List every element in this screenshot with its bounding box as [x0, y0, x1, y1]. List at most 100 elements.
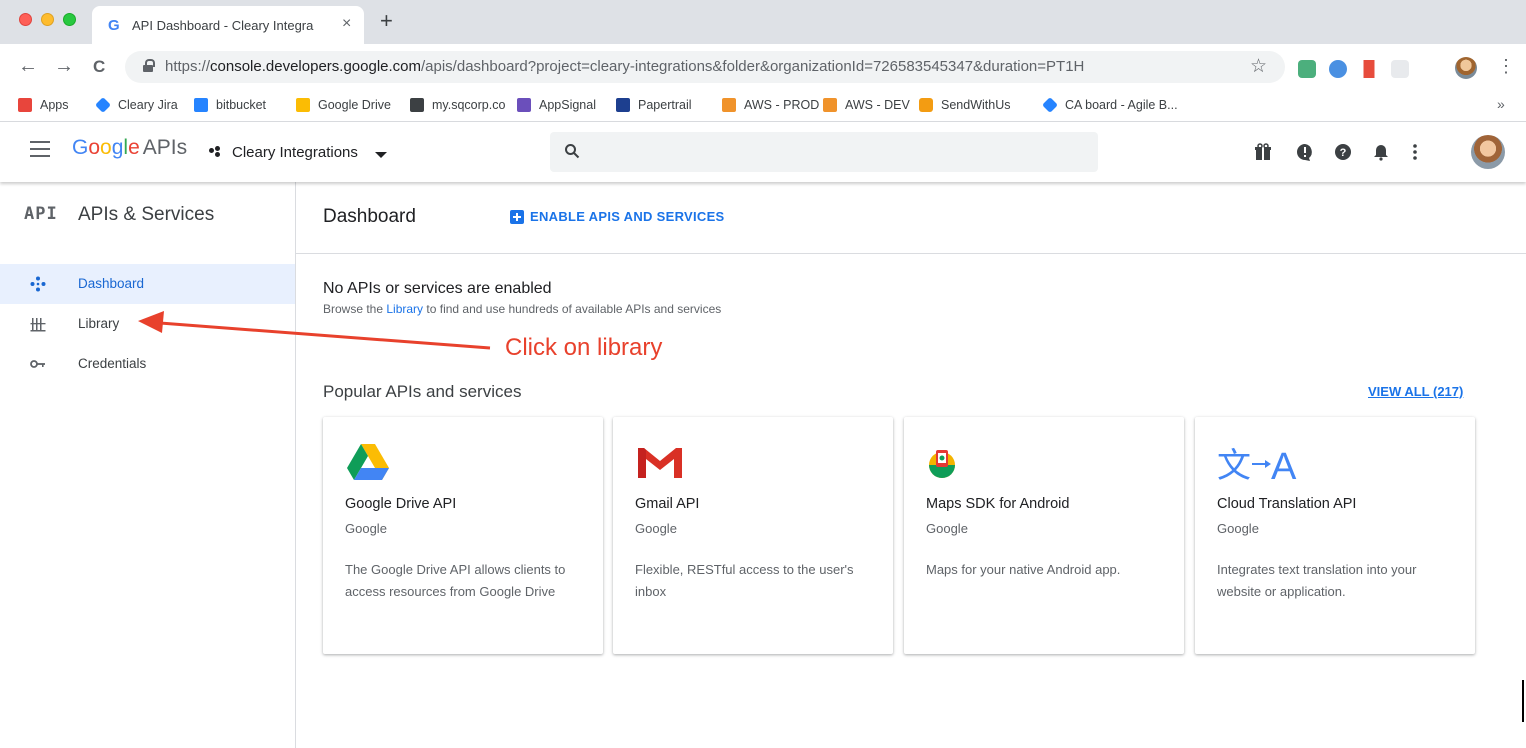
forward-button[interactable]: →: [54, 56, 74, 76]
sidebar-item-label: Dashboard: [78, 276, 145, 291]
url-path: /apis/dashboard?project=cleary-integrati…: [421, 58, 1085, 75]
add-icon: [510, 209, 524, 224]
bookmark-label: my.sqcorp.co: [432, 98, 506, 112]
project-selector[interactable]: Cleary Integrations: [232, 144, 358, 161]
sidebar-item-dashboard[interactable]: Dashboard: [0, 264, 295, 304]
bookmark-star-icon[interactable]: ☆: [1250, 55, 1267, 78]
url-text[interactable]: https://console.developers.google.com/ap…: [165, 58, 1084, 75]
bookmark-my-sqcorp-co[interactable]: my.sqcorp.co: [410, 98, 505, 112]
window-close-button[interactable]: [19, 13, 32, 26]
sidebar-title: APIs & Services: [78, 204, 215, 225]
console-header: Google APIs Cleary Integrations ?: [0, 122, 1526, 182]
bookmark-label: Papertrail: [638, 98, 692, 112]
new-tab-button[interactable]: +: [380, 10, 393, 32]
square-icon: [410, 98, 424, 112]
sidebar-item-label: Library: [78, 316, 120, 331]
svg-text:?: ?: [1340, 147, 1347, 159]
help-icon[interactable]: ?: [1334, 143, 1352, 161]
bookmark-papertrail[interactable]: Papertrail: [616, 98, 692, 112]
empty-state-title: No APIs or services are enabled: [323, 280, 552, 297]
browser-menu-icon[interactable]: ⋮: [1497, 56, 1515, 77]
google-wordmark: Google: [72, 136, 140, 159]
svg-text:A: A: [1271, 446, 1297, 482]
feedback-icon[interactable]: [1296, 143, 1314, 161]
bookmark-label: Cleary Jira: [118, 98, 178, 112]
bookmark-label: bitbucket: [216, 98, 267, 112]
card-vendor: Google: [1217, 521, 1259, 536]
bookmark-apps[interactable]: Apps: [18, 98, 69, 112]
dashboard-icon: [30, 276, 46, 292]
bookmark-sendwithus[interactable]: SendWithUs: [919, 98, 1010, 112]
card-title: Maps SDK for Android: [926, 496, 1070, 512]
bookmark-cleary-jira[interactable]: Cleary Jira: [95, 97, 178, 113]
library-icon: [30, 318, 46, 332]
empty-state-description: Browse the Library to find and use hundr…: [323, 302, 721, 316]
card-description: The Google Drive API allows clients to a…: [345, 562, 566, 599]
browser-tab-active[interactable]: G API Dashboard - Cleary Integra ×: [92, 6, 364, 44]
appsignal-icon: [517, 98, 531, 112]
api-card-cloud-translation[interactable]: 文 A Cloud Translation API Google Integra…: [1195, 417, 1475, 654]
account-avatar[interactable]: [1471, 135, 1505, 169]
library-link[interactable]: Library: [386, 302, 423, 316]
bookmark-label: Google Drive: [318, 98, 391, 112]
sendwithus-icon: [919, 98, 933, 112]
google-apis-logo[interactable]: Google APIs: [72, 136, 187, 160]
window-minimize-button[interactable]: [41, 13, 54, 26]
gift-icon[interactable]: [1254, 143, 1272, 161]
sidebar-item-library[interactable]: Library: [0, 304, 295, 344]
bitbucket-icon: [194, 98, 208, 112]
page-header: Dashboard ENABLE APIS AND SERVICES: [296, 182, 1526, 254]
translate-logo-icon: 文 A: [1217, 446, 1297, 482]
bookmark-label: AppSignal: [539, 98, 596, 112]
bookmark-label: AWS - DEV: [845, 98, 910, 112]
card-vendor: Google: [635, 521, 677, 536]
papertrail-icon: [616, 98, 630, 112]
sidebar-item-credentials[interactable]: Credentials: [0, 344, 295, 384]
svg-text:文: 文: [1217, 446, 1251, 482]
bookmark-ca-board-agile-b[interactable]: CA board - Agile B...: [1042, 97, 1178, 113]
empty-desc-prefix: Browse the: [323, 302, 387, 316]
google-favicon-icon: G: [108, 17, 120, 34]
bookmark-aws-prod[interactable]: AWS - PROD: [722, 98, 819, 112]
search-icon: [565, 144, 580, 159]
bookmark-appsignal[interactable]: AppSignal: [517, 98, 596, 112]
aws-cube-icon: [722, 98, 736, 112]
card-description: Integrates text translation into your we…: [1217, 562, 1417, 599]
google-drive-icon: [296, 98, 310, 112]
sidebar: API APIs & Services Dashboard Library Cr…: [0, 182, 296, 748]
bookmarks-overflow-icon[interactable]: »: [1497, 96, 1505, 112]
more-vert-icon[interactable]: [1406, 143, 1424, 161]
api-logo-icon: API: [24, 204, 58, 224]
reload-button[interactable]: C: [93, 57, 105, 77]
api-card-google-drive[interactable]: Google Drive API Google The Google Drive…: [323, 417, 603, 654]
page-title: Dashboard: [323, 206, 416, 227]
search-input[interactable]: [550, 132, 1098, 172]
url-omnibox[interactable]: https://console.developers.google.com/ap…: [125, 51, 1285, 83]
extension-1-icon[interactable]: [1298, 60, 1316, 78]
card-description: Maps for your native Android app.: [926, 562, 1121, 577]
bookmark-google-drive[interactable]: Google Drive: [296, 98, 391, 112]
project-icon: [209, 146, 223, 160]
tab-close-icon[interactable]: ×: [342, 15, 351, 33]
browser-tab-strip: G API Dashboard - Cleary Integra × +: [0, 0, 1526, 44]
apps-grid-icon: [18, 98, 32, 112]
view-all-link[interactable]: VIEW ALL (217): [1368, 384, 1463, 399]
api-card-maps-android[interactable]: Maps SDK for Android Google Maps for you…: [904, 417, 1184, 654]
extension-4-icon[interactable]: [1391, 60, 1409, 78]
enable-apis-button[interactable]: ENABLE APIS AND SERVICES: [510, 209, 725, 224]
hamburger-menu-icon[interactable]: [30, 141, 50, 159]
chevron-down-icon[interactable]: [375, 152, 387, 158]
extension-2-icon[interactable]: [1329, 60, 1347, 78]
bookmark-aws-dev[interactable]: AWS - DEV: [823, 98, 910, 112]
notifications-bell-icon[interactable]: [1372, 143, 1390, 161]
bookmark-bitbucket[interactable]: bitbucket: [194, 98, 266, 112]
window-maximize-button[interactable]: [63, 13, 76, 26]
extension-3-icon[interactable]: [1360, 60, 1378, 78]
browser-profile-avatar[interactable]: [1455, 57, 1477, 79]
back-button[interactable]: ←: [18, 56, 38, 76]
tab-title: API Dashboard - Cleary Integra: [132, 18, 314, 33]
api-card-gmail[interactable]: Gmail API Google Flexible, RESTful acces…: [613, 417, 893, 654]
lock-icon: [143, 59, 155, 72]
bookmark-label: CA board - Agile B...: [1065, 98, 1178, 112]
empty-desc-suffix: to find and use hundreds of available AP…: [423, 302, 722, 316]
